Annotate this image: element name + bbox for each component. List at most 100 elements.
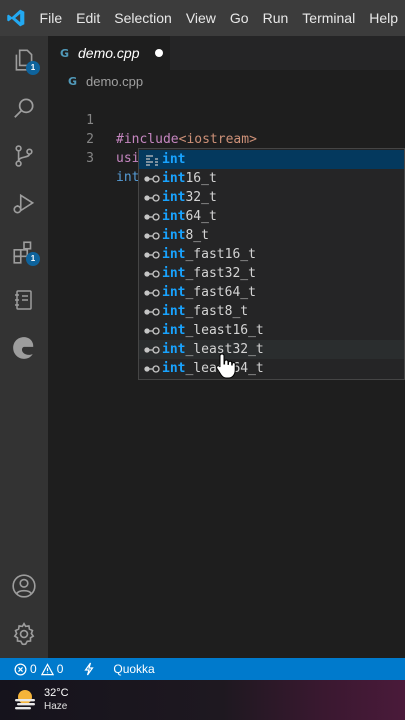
suggestion-widget: int int16_t int32_t int64_t int8_t int_fast16… — [138, 148, 405, 380]
suggestion-item[interactable]: int16_t — [139, 169, 404, 188]
haze-weather-icon[interactable] — [10, 685, 40, 715]
suggestion-rest: _fast16_t — [185, 247, 256, 262]
suggestion-match: int — [162, 323, 186, 338]
suggestion-match: int — [162, 304, 186, 319]
source-control-icon — [15, 145, 33, 167]
suggestion-item[interactable]: int_least64_t — [139, 359, 404, 378]
typedef-icon — [144, 250, 160, 259]
search-button[interactable] — [0, 84, 48, 132]
tab-demo-cpp[interactable]: G demo.cpp — [48, 36, 170, 70]
suggestion-item[interactable]: int_least32_t — [139, 340, 404, 359]
search-icon — [14, 98, 34, 118]
typed-text: int — [116, 170, 140, 185]
suggestion-match: int — [162, 361, 186, 376]
suggestion-label: int_least64_t — [162, 361, 264, 376]
explorer-button[interactable]: 1 — [0, 36, 48, 84]
extensions-badge: 1 — [26, 252, 40, 266]
tab-bar: G demo.cpp — [48, 36, 405, 70]
menu-edit[interactable]: Edit — [69, 0, 107, 36]
menu-view[interactable]: View — [179, 0, 223, 36]
suggestion-item[interactable]: int32_t — [139, 188, 404, 207]
suggestion-label: int_fast8_t — [162, 304, 248, 319]
code-line: 2 using namespace std; — [48, 111, 405, 166]
typedef-icon — [144, 174, 160, 183]
breadcrumb-file[interactable]: demo.cpp — [86, 74, 143, 89]
typedef-icon — [144, 364, 160, 373]
suggestion-rest: 64_t — [185, 209, 217, 224]
typedef-icon — [144, 345, 160, 354]
typedef-icon — [144, 193, 160, 202]
edge-icon — [13, 337, 34, 359]
warning-count: 0 — [56, 662, 64, 676]
typedef-icon — [144, 307, 160, 316]
weather-condition: Haze — [44, 701, 68, 712]
source-control-button[interactable] — [0, 132, 48, 180]
settings-button[interactable] — [0, 610, 48, 658]
lightning-icon — [84, 662, 95, 676]
typedef-icon — [144, 269, 160, 278]
temperature: 32°C — [44, 687, 69, 699]
suggestion-item[interactable]: int_fast64_t — [139, 283, 404, 302]
suggestion-item[interactable]: int — [139, 150, 404, 169]
code-line: 3 int — [48, 130, 405, 186]
menu-run[interactable]: Run — [256, 0, 296, 36]
run-debug-button[interactable] — [0, 180, 48, 228]
error-count: 0 — [30, 662, 37, 676]
unsaved-dot-icon[interactable] — [155, 49, 164, 57]
suggestion-item[interactable]: int_fast16_t — [139, 245, 404, 264]
svg-text:G: G — [60, 47, 69, 59]
quokka-status[interactable]: Quokka — [109, 658, 158, 680]
accounts-button[interactable] — [0, 562, 48, 610]
menu-terminal[interactable]: Terminal — [295, 0, 362, 36]
menu-help[interactable]: Help — [362, 0, 405, 36]
status-bar: 0 0 Quokka — [0, 658, 405, 680]
account-icon — [12, 574, 36, 598]
vscode-logo-icon — [0, 0, 33, 36]
os-taskbar: 32°C Haze — [0, 680, 405, 720]
suggestion-item[interactable]: int64_t — [139, 207, 404, 226]
gear-icon — [13, 622, 35, 646]
hand-pointer-icon — [216, 353, 236, 379]
suggestion-match: int — [162, 266, 186, 281]
suggestion-match: int — [162, 342, 186, 357]
suggestion-label: int8_t — [162, 228, 209, 243]
tab-label: demo.cpp — [78, 45, 140, 61]
suggestion-match: int — [162, 285, 186, 300]
suggestion-rest: 32_t — [185, 190, 217, 205]
suggestion-rest: _fast32_t — [185, 266, 256, 281]
problems-indicator[interactable]: 0 0 — [10, 658, 67, 680]
run-debug-icon — [13, 193, 35, 214]
svg-text:G: G — [68, 75, 77, 87]
warning-icon — [40, 662, 54, 675]
suggestion-item[interactable]: int_fast8_t — [139, 302, 404, 321]
suggestion-label: int_fast32_t — [162, 266, 256, 281]
suggestion-label: int16_t — [162, 171, 217, 186]
suggestion-label: int_fast16_t — [162, 247, 256, 262]
menu-file[interactable]: File — [33, 0, 70, 36]
error-icon — [14, 663, 27, 675]
extensions-button[interactable]: 1 — [0, 228, 48, 276]
menu-selection[interactable]: Selection — [107, 0, 179, 36]
suggestion-match: int — [162, 247, 186, 262]
suggestion-label: int64_t — [162, 209, 217, 224]
suggestion-match: int — [162, 228, 186, 243]
suggestion-item[interactable]: int_fast32_t — [139, 264, 404, 283]
suggestion-label: int32_t — [162, 190, 217, 205]
suggestion-label: int_least16_t — [162, 323, 264, 338]
suggestion-rest: 8_t — [185, 228, 209, 243]
menu-go[interactable]: Go — [223, 0, 256, 36]
menu-bar: File Edit Selection View Go Run Terminal… — [0, 0, 405, 36]
weather-widget[interactable]: 32°C Haze — [44, 687, 69, 713]
remote-button[interactable] — [0, 276, 48, 324]
suggestion-rest: 16_t — [185, 171, 217, 186]
suggestion-match: int — [162, 171, 186, 186]
typedef-icon — [144, 212, 160, 221]
edge-button[interactable] — [0, 324, 48, 372]
suggestion-item[interactable]: int8_t — [139, 226, 404, 245]
keyword-icon — [146, 154, 158, 166]
line-number: 3 — [86, 151, 94, 166]
suggestion-item[interactable]: int_least16_t — [139, 321, 404, 340]
cpp-file-icon: G — [68, 75, 77, 87]
suggestion-rest: _fast8_t — [185, 304, 249, 319]
lightning-button[interactable] — [79, 658, 99, 680]
